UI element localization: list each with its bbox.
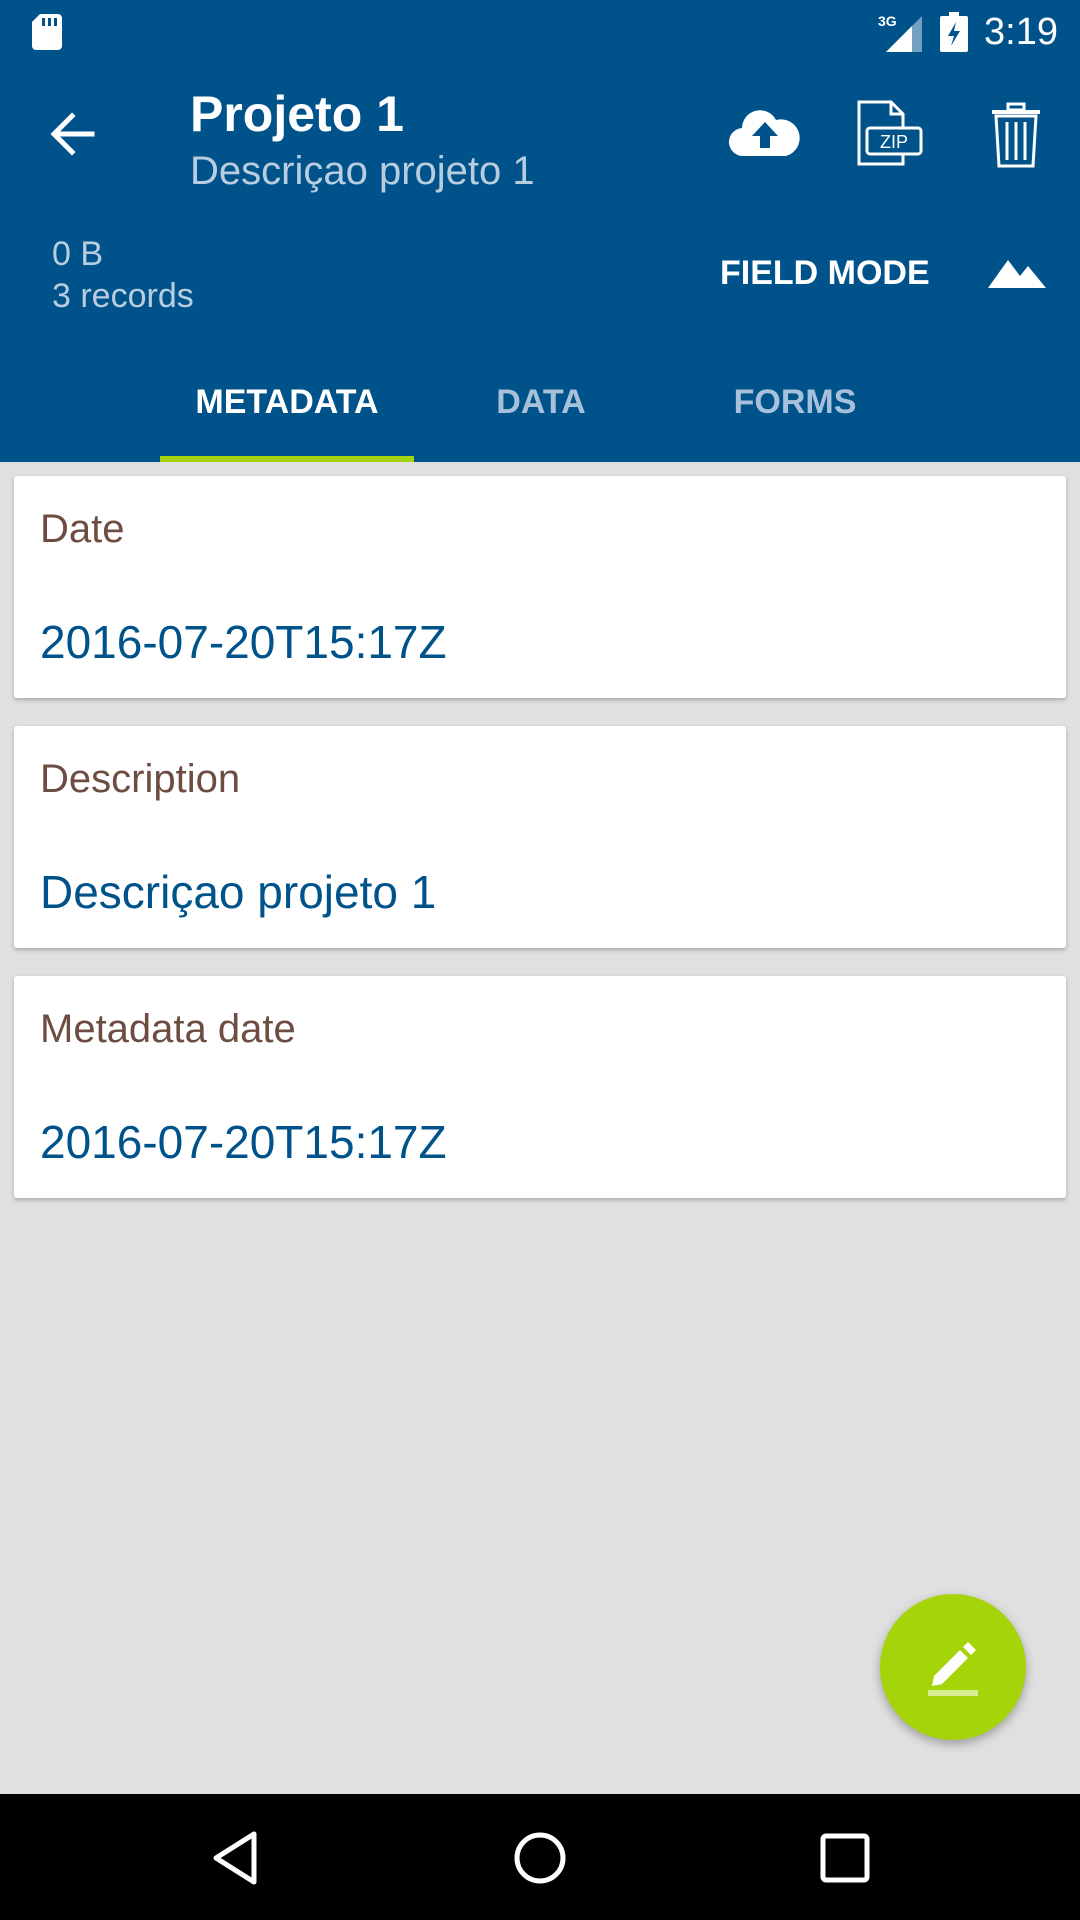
card-value: 2016-07-20T15:17Z bbox=[40, 1116, 447, 1168]
status-bar: 3G 3:19 bbox=[0, 0, 1080, 64]
edit-fab-button[interactable] bbox=[880, 1594, 1026, 1740]
tab-metadata[interactable]: METADATA bbox=[160, 360, 414, 462]
nav-recents-icon[interactable] bbox=[818, 1830, 872, 1886]
edit-icon bbox=[928, 1642, 978, 1696]
project-title: Projeto 1 bbox=[190, 86, 404, 142]
nav-back-icon[interactable] bbox=[208, 1830, 264, 1886]
signal-icon: 3G bbox=[878, 13, 922, 52]
card-label: Description bbox=[40, 757, 241, 801]
metadata-card-metadata-date[interactable]: Metadata date 2016-07-20T15:17Z bbox=[14, 976, 1066, 1198]
records-count: 3 records bbox=[52, 277, 194, 315]
system-nav-bar bbox=[0, 1794, 1080, 1920]
metadata-card-date[interactable]: Date 2016-07-20T15:17Z bbox=[14, 476, 1066, 698]
upload-icon[interactable] bbox=[728, 104, 802, 164]
card-value: 2016-07-20T15:17Z bbox=[40, 616, 447, 668]
sd-card-icon bbox=[32, 14, 62, 50]
trash-icon[interactable] bbox=[990, 102, 1042, 168]
back-arrow-icon[interactable] bbox=[44, 104, 104, 164]
project-subtitle: Descriçao projeto 1 bbox=[190, 149, 535, 193]
status-clock: 3:19 bbox=[984, 11, 1058, 53]
battery-icon bbox=[940, 12, 968, 52]
nav-home-icon[interactable] bbox=[512, 1830, 568, 1886]
card-label: Metadata date bbox=[40, 1007, 296, 1051]
app-bar: Projeto 1 Descriçao projeto 1 ZIP 0 B 3 … bbox=[0, 64, 1080, 462]
active-tab-indicator bbox=[160, 456, 414, 462]
field-mode-button[interactable]: FIELD MODE bbox=[720, 248, 950, 298]
zip-icon[interactable]: ZIP bbox=[855, 100, 925, 166]
project-size: 0 B bbox=[52, 235, 104, 273]
mountain-icon[interactable] bbox=[988, 254, 1046, 294]
card-label: Date bbox=[40, 507, 125, 551]
metadata-card-description[interactable]: Description Descriçao projeto 1 bbox=[14, 726, 1066, 948]
tab-forms[interactable]: FORMS bbox=[668, 360, 922, 462]
tab-data[interactable]: DATA bbox=[414, 360, 668, 462]
svg-text:3G: 3G bbox=[878, 13, 897, 29]
card-value: Descriçao projeto 1 bbox=[40, 866, 437, 918]
svg-text:ZIP: ZIP bbox=[880, 132, 908, 152]
